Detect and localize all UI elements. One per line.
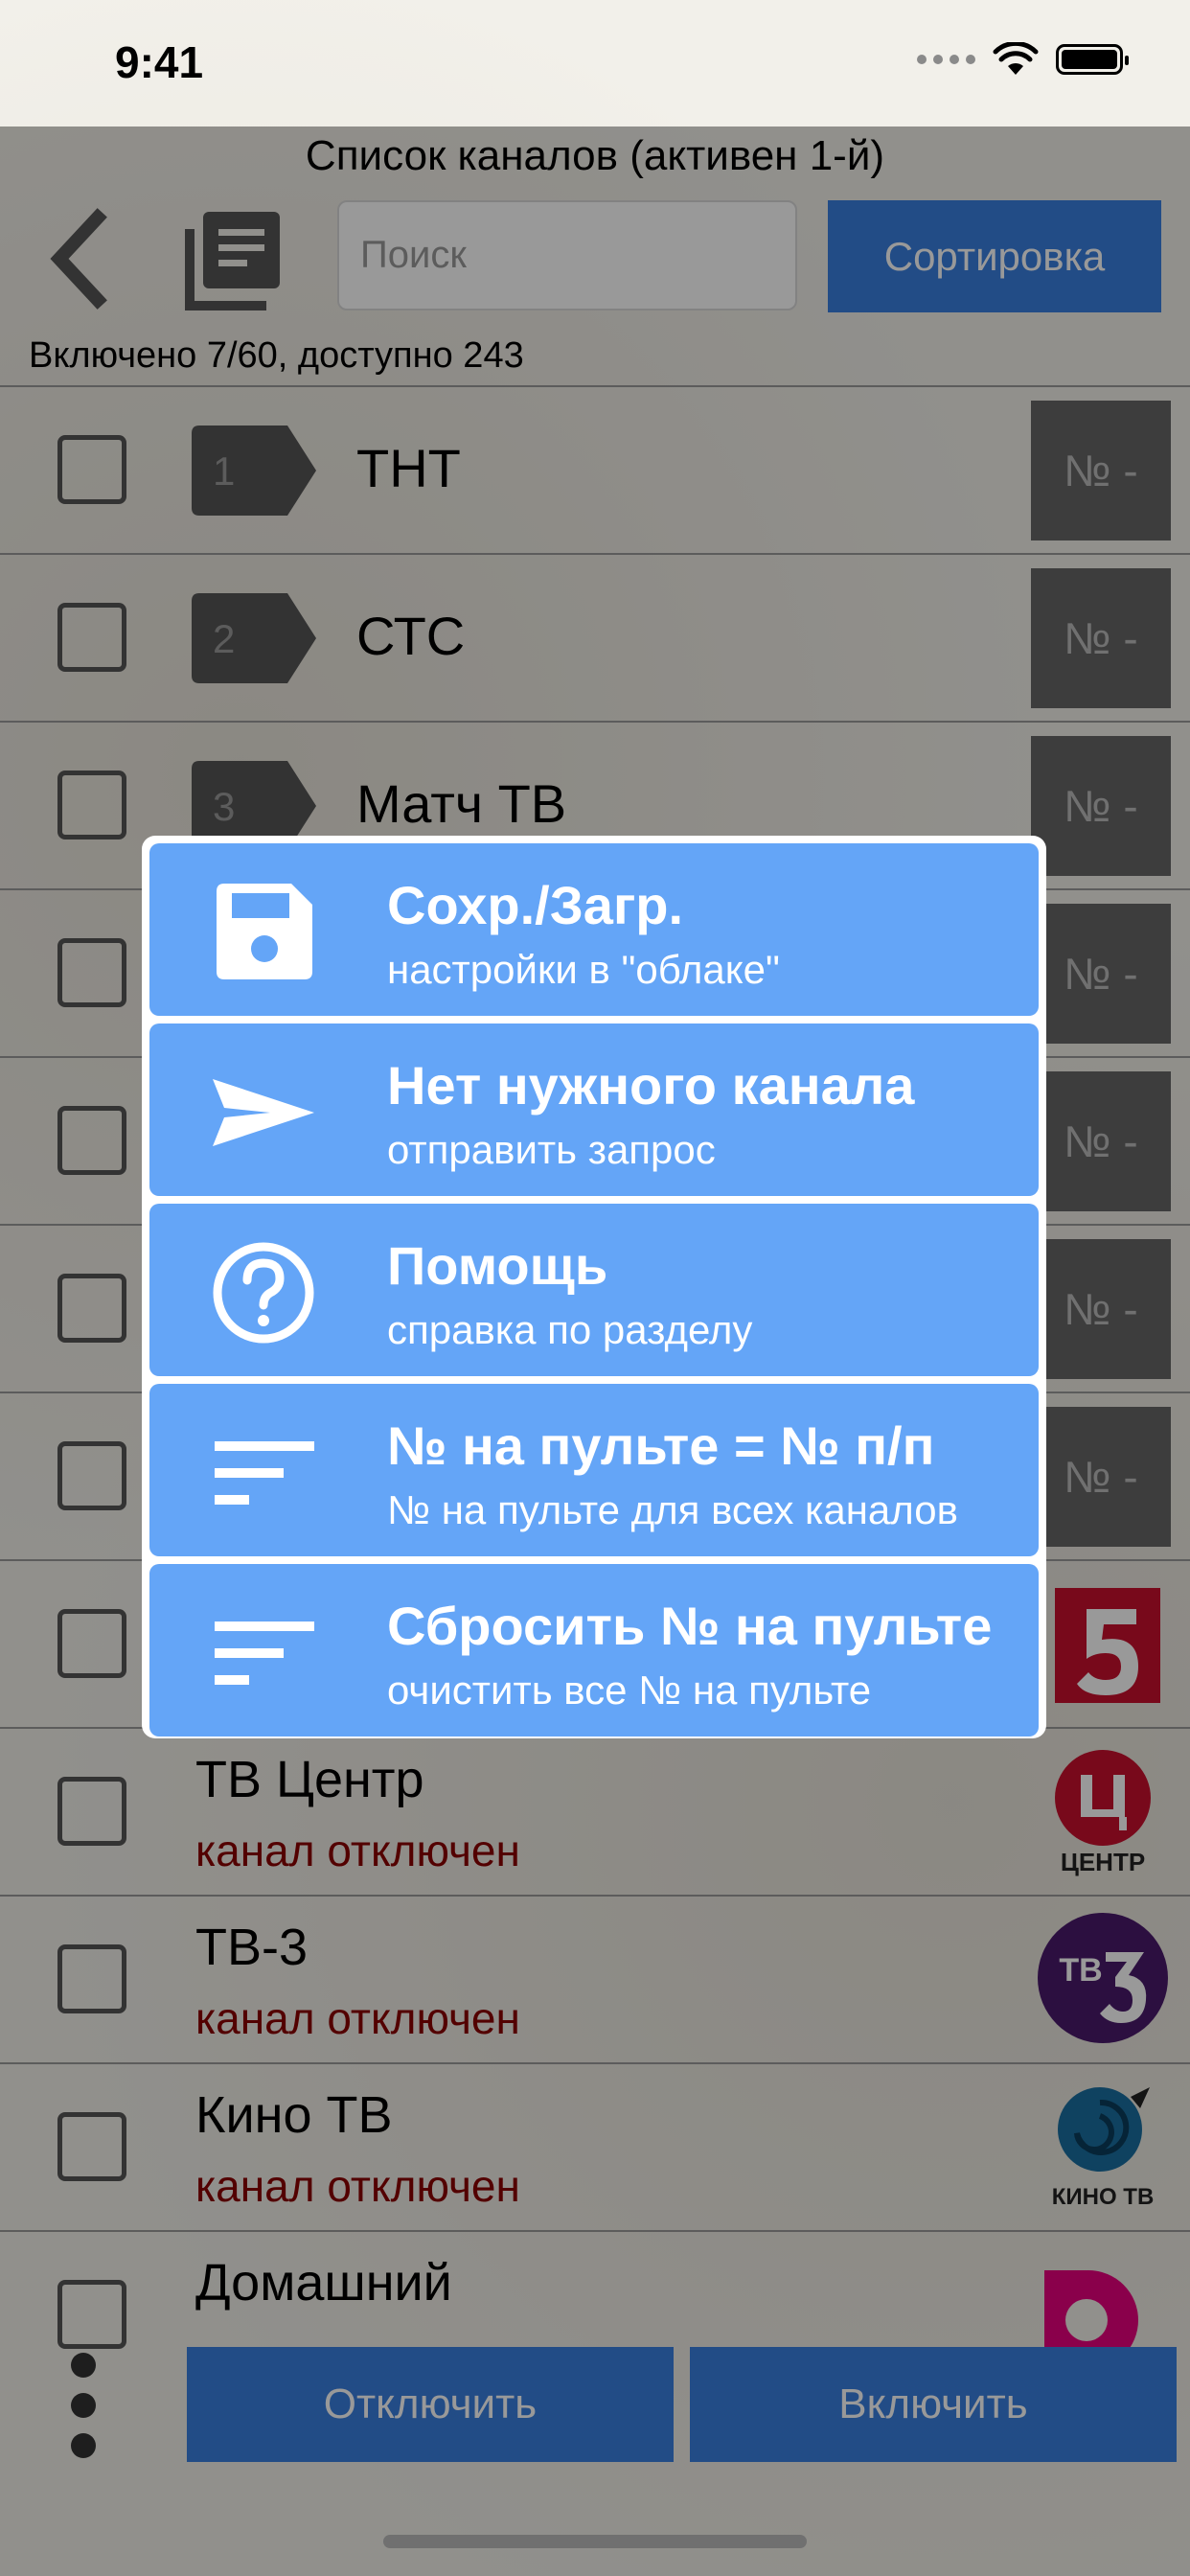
menu-item-set-numbers[interactable]: № на пульте = № п/п № на пульте для всех… xyxy=(149,1384,1039,1556)
send-icon xyxy=(213,1079,314,1146)
menu-item-save-load[interactable]: Сохр./Загр. настройки в "облаке" xyxy=(149,843,1039,1016)
status-time: 9:41 xyxy=(115,37,204,87)
menu-item-title: Помощь xyxy=(387,1235,608,1296)
menu-item-reset-numbers[interactable]: Сбросить № на пульте очистить все № на п… xyxy=(149,1564,1039,1736)
action-menu: Сохр./Загр. настройки в "облаке" Нет нуж… xyxy=(142,836,1046,1738)
menu-item-subtitle: очистить все № на пульте xyxy=(387,1668,872,1713)
signal-icon xyxy=(917,55,975,64)
menu-item-subtitle: отправить запрос xyxy=(387,1127,716,1172)
menu-item-subtitle: настройки в "облаке" xyxy=(387,947,780,992)
menu-item-request-channel[interactable]: Нет нужного канала отправить запрос xyxy=(149,1024,1039,1196)
menu-item-subtitle: справка по разделу xyxy=(387,1307,753,1352)
menu-item-title: Сбросить № на пульте xyxy=(387,1596,993,1656)
battery-icon xyxy=(1056,44,1129,75)
menu-item-title: Нет нужного канала xyxy=(387,1055,915,1116)
wifi-icon xyxy=(993,42,1039,75)
menu-item-title: № на пульте = № п/п xyxy=(387,1415,935,1476)
status-bar: 9:41 xyxy=(0,0,1190,126)
menu-item-title: Сохр./Загр. xyxy=(387,875,684,935)
menu-item-subtitle: № на пульте для всех каналов xyxy=(387,1487,958,1532)
floppy-disk-icon xyxy=(217,884,312,979)
help-icon xyxy=(213,1242,314,1344)
sort-icon xyxy=(215,1441,314,1505)
status-icons xyxy=(917,42,1129,77)
sort-icon xyxy=(215,1622,314,1685)
menu-item-help[interactable]: Помощь справка по разделу xyxy=(149,1204,1039,1376)
